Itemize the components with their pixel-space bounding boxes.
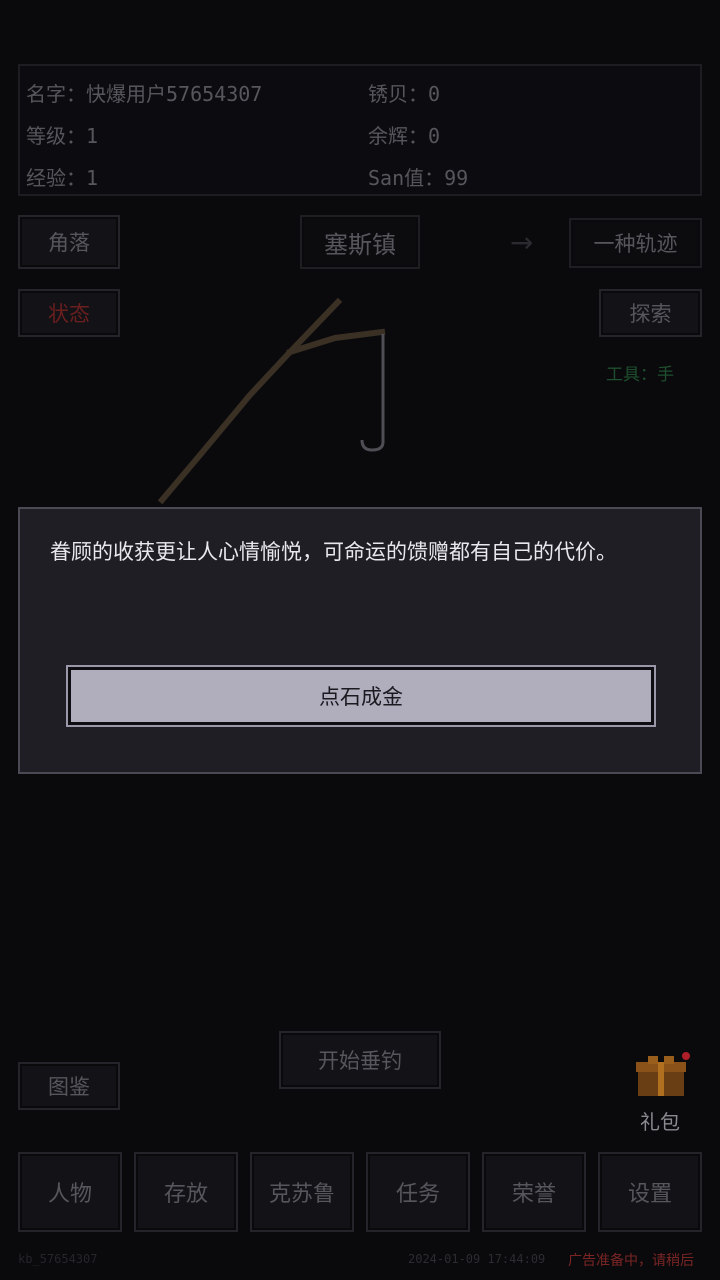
nav-storage[interactable]: 存放 [134,1152,238,1232]
nav-tasks[interactable]: 任务 [366,1152,470,1232]
start-fishing-button[interactable]: 开始垂钓 [279,1031,441,1089]
nav-settings[interactable]: 设置 [598,1152,702,1232]
ad-status: 广告准备中，请稍后 [568,1253,694,1269]
user-id: kb_57654307 [18,1252,98,1266]
gift-box-icon[interactable] [634,1052,690,1100]
fishing-rod-icon [157,297,386,505]
dialog-message: 眷顾的收获更让人心情愉悦，可命运的馈赠都有自己的代价。 [50,540,617,564]
nav-honor[interactable]: 荣誉 [482,1152,586,1232]
nav-cthulhu[interactable]: 克苏鲁 [250,1152,354,1232]
alchemy-button[interactable]: 点石成金 [66,665,656,727]
message-dialog: 眷顾的收获更让人心情愉悦，可命运的馈赠都有自己的代价。 点石成金 [18,507,702,774]
encyclopedia-button[interactable]: 图鉴 [18,1062,120,1110]
timestamp: 2024-01-09 17:44:09 [408,1252,546,1266]
nav-character[interactable]: 人物 [18,1152,122,1232]
gift-label[interactable]: 礼包 [640,1106,680,1135]
